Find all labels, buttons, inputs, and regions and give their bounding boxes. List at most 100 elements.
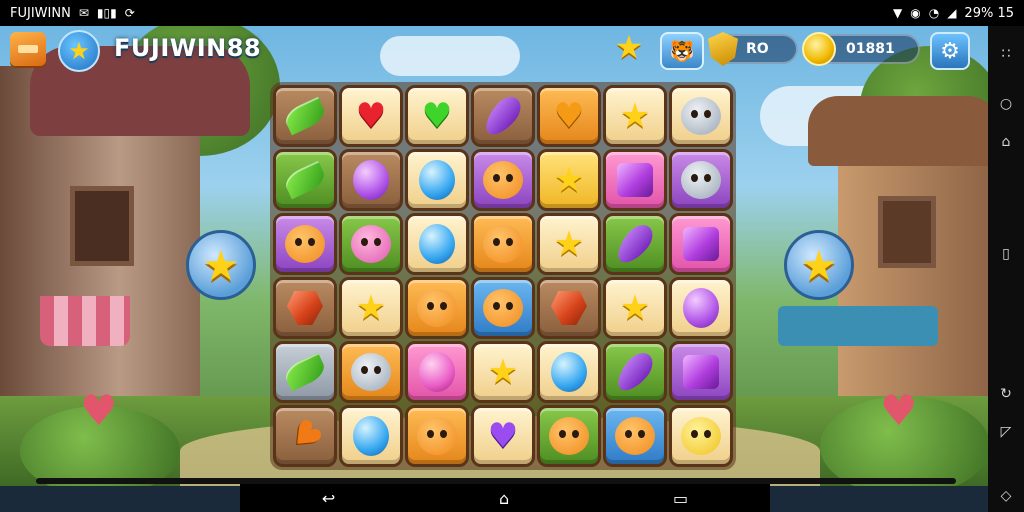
- board-tile[interactable]: [273, 149, 337, 211]
- board-tile[interactable]: [273, 213, 337, 275]
- board-tile[interactable]: [603, 149, 667, 211]
- board-tile[interactable]: [669, 213, 733, 275]
- pet-face-icon[interactable]: 🐯: [660, 32, 704, 70]
- star-icon: ★: [553, 160, 585, 200]
- board-tile[interactable]: ★: [603, 85, 667, 147]
- board-tile[interactable]: [537, 405, 601, 467]
- square-icon[interactable]: ▯: [988, 246, 1024, 262]
- house-awning: [778, 306, 938, 346]
- board-tile[interactable]: [405, 149, 469, 211]
- status-bar: FUJIWINN ✉ ▮▯▮ ⟳ ▼ ◉ ◔ ◢ 29% 15: [0, 0, 1024, 26]
- gem-icon: [683, 355, 719, 389]
- gem-icon: [287, 291, 323, 325]
- shield-counter[interactable]: RO: [708, 32, 798, 66]
- board-tile[interactable]: [669, 341, 733, 403]
- board-tile[interactable]: [603, 341, 667, 403]
- monster-face-icon: [681, 97, 721, 135]
- orb-icon: [419, 224, 455, 264]
- board-tile[interactable]: [471, 149, 535, 211]
- board-tile[interactable]: [273, 341, 337, 403]
- board-tile[interactable]: [669, 149, 733, 211]
- menu-dots-icon[interactable]: ∷: [988, 46, 1024, 62]
- heart-decoration: ♥: [80, 386, 118, 435]
- monster-face-icon: [483, 225, 523, 263]
- board-tile[interactable]: [537, 341, 601, 403]
- monster-face-icon: [285, 225, 325, 263]
- star-badge-icon[interactable]: ★: [58, 30, 100, 72]
- board-tile[interactable]: [471, 213, 535, 275]
- board-tile[interactable]: [603, 405, 667, 467]
- heart-icon: ♥: [355, 96, 387, 136]
- board-tile[interactable]: [273, 277, 337, 339]
- settings-button[interactable]: ⚙: [930, 32, 970, 70]
- board-tile[interactable]: ★: [339, 277, 403, 339]
- heart-decoration: ♥: [880, 386, 918, 435]
- crop-icon[interactable]: ◸: [988, 424, 1024, 440]
- right-star-bubble[interactable]: ★: [784, 230, 854, 300]
- wifi-icon: ◔: [928, 6, 940, 20]
- house-window: [70, 186, 134, 266]
- board-tile[interactable]: [669, 277, 733, 339]
- screenshot-icon[interactable]: ⌂: [988, 134, 1024, 150]
- signal-icon: ◢: [947, 6, 957, 20]
- coin-counter[interactable]: 01881: [802, 32, 920, 66]
- recents-icon[interactable]: ▭: [673, 489, 688, 508]
- monster-face-icon: [351, 225, 391, 263]
- board-tile[interactable]: ♥: [273, 405, 337, 467]
- board-tile[interactable]: [339, 405, 403, 467]
- home-icon[interactable]: ⌂: [499, 489, 509, 508]
- board-tile[interactable]: [405, 277, 469, 339]
- leaf-icon: [281, 352, 329, 392]
- board-tile[interactable]: ♥: [471, 405, 535, 467]
- leaf-icon: [281, 160, 329, 200]
- orb-icon: [551, 352, 587, 392]
- board-tile[interactable]: [669, 85, 733, 147]
- house-window: [878, 196, 936, 268]
- star-icon: ★: [355, 288, 387, 328]
- eggplant-icon: [611, 219, 659, 269]
- orb-icon: [683, 288, 719, 328]
- rotate-icon[interactable]: ↻: [988, 386, 1024, 402]
- board-tile[interactable]: [339, 149, 403, 211]
- star-icon: ★: [487, 352, 519, 392]
- circle-icon[interactable]: ○: [988, 96, 1024, 112]
- monster-face-icon: [681, 161, 721, 199]
- gear-icon: ⚙: [940, 38, 960, 64]
- board-tile[interactable]: ★: [471, 341, 535, 403]
- message-icon: ✉: [78, 6, 89, 20]
- board-tile[interactable]: ♥: [537, 85, 601, 147]
- board-tile[interactable]: ♥: [405, 85, 469, 147]
- alarm-icon: ◉: [910, 6, 921, 20]
- heart-icon: ♥: [553, 96, 585, 136]
- board-tile[interactable]: [339, 341, 403, 403]
- board-tile[interactable]: [669, 405, 733, 467]
- board-tile[interactable]: ★: [603, 277, 667, 339]
- board-tile[interactable]: [273, 85, 337, 147]
- left-star-bubble[interactable]: ★: [186, 230, 256, 300]
- signal-bars-icon: ▮▯▮: [96, 6, 117, 20]
- status-right: ▼ ◉ ◔ ◢ 29% 15: [893, 6, 1014, 21]
- collapse-icon[interactable]: ◇: [988, 488, 1024, 504]
- board-tile[interactable]: [405, 341, 469, 403]
- back-icon[interactable]: ↩: [322, 489, 335, 508]
- board-tile[interactable]: [471, 277, 535, 339]
- board-tile[interactable]: [537, 277, 601, 339]
- coin-value: 01881: [846, 41, 895, 57]
- heart-icon: ♥: [421, 96, 453, 136]
- top-hud: ★ FUJIWIN88 ★ 🐯 RO 01881 ⚙: [0, 26, 988, 74]
- board-tile[interactable]: [405, 405, 469, 467]
- orb-icon: [353, 416, 389, 456]
- monster-face-icon: [681, 417, 721, 455]
- board-tile[interactable]: [603, 213, 667, 275]
- board-tile[interactable]: [339, 213, 403, 275]
- house-awning: [40, 296, 130, 346]
- board-tile[interactable]: ♥: [339, 85, 403, 147]
- board-tile[interactable]: [471, 85, 535, 147]
- shield-icon: [708, 32, 738, 66]
- star-icon[interactable]: ★: [612, 28, 646, 66]
- board-tile[interactable]: [405, 213, 469, 275]
- gem-icon: [683, 227, 719, 261]
- board-tile[interactable]: ★: [537, 213, 601, 275]
- book-icon[interactable]: [10, 32, 46, 66]
- board-tile[interactable]: ★: [537, 149, 601, 211]
